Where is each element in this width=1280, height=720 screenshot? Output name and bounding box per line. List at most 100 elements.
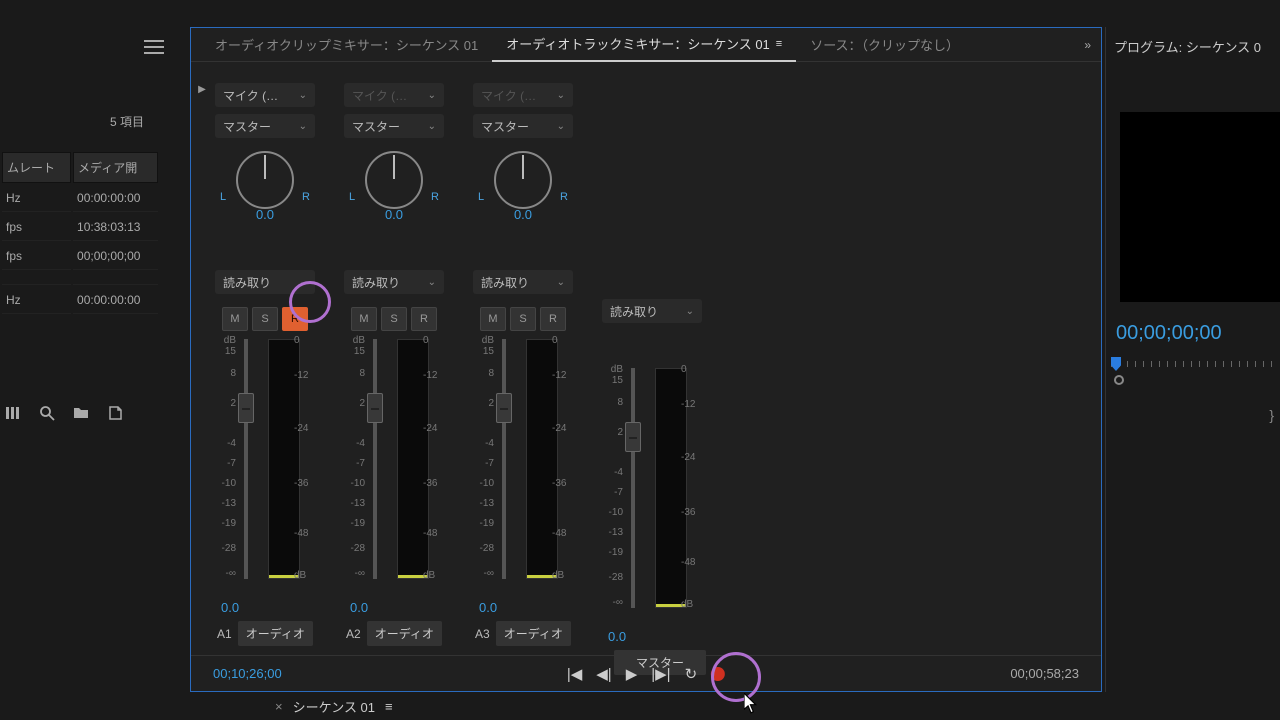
record-button[interactable] — [711, 667, 725, 681]
tab-menu-icon[interactable]: ≡ — [776, 38, 782, 50]
mouse-cursor-icon — [744, 693, 758, 711]
input-dropdown[interactable]: マイク (…⌄ — [344, 83, 444, 107]
pan-right-label: R — [302, 191, 310, 203]
pan-value[interactable]: 0.0 — [256, 207, 274, 222]
pan-knob[interactable] — [236, 151, 294, 209]
fader-value[interactable]: 0.0 — [479, 600, 497, 615]
search-icon[interactable] — [39, 405, 55, 426]
step-back-button[interactable]: ◀| — [596, 665, 611, 683]
record-icon — [711, 667, 725, 681]
table-row: fps10:38:03:13 — [2, 214, 158, 241]
fader-meter: dB1582-4-7-10-13-19-28-∞ 0-12-24-36-48dB — [468, 339, 578, 594]
track-name[interactable]: オーディオ — [238, 621, 313, 646]
fader-track[interactable] — [502, 339, 506, 579]
track-name[interactable]: オーディオ — [367, 621, 442, 646]
marker-icon[interactable] — [1114, 375, 1124, 385]
fader-value[interactable]: 0.0 — [221, 600, 239, 615]
pan-knob[interactable] — [365, 151, 423, 209]
chevron-down-icon: ⌄ — [557, 121, 565, 132]
play-button[interactable]: ▶ — [626, 665, 638, 683]
solo-button[interactable]: S — [381, 307, 407, 331]
tab-label: オーディオトラックミキサー：シーケンス 01 — [506, 34, 770, 53]
automation-mode-dropdown[interactable]: 読み取り⌄ — [344, 270, 444, 294]
chevron-down-icon: ⌄ — [299, 90, 307, 101]
fader-handle[interactable] — [238, 393, 254, 423]
solo-button[interactable]: S — [510, 307, 536, 331]
chevron-down-icon: ⌄ — [557, 90, 565, 101]
fader-meter: dB 15 8 2 -4 -7 -10 -13 -19 -28 -∞ 0 — [210, 339, 320, 594]
loop-button[interactable]: ↻ — [685, 665, 698, 683]
fader-value[interactable]: 0.0 — [350, 600, 368, 615]
input-dropdown[interactable]: マイク (…⌄ — [473, 83, 573, 107]
timeline-sequence-tab[interactable]: × シーケンス 01 ≡ — [265, 693, 403, 720]
pan-value[interactable]: 0.0 — [385, 207, 403, 222]
fader-scale: dB 15 8 2 -4 -7 -10 -13 -19 -28 -∞ — [210, 339, 238, 594]
project-table: ムレート メディア開 Hz00:00:00:00 fps10:38:03:13 … — [0, 150, 160, 316]
fader-handle[interactable] — [367, 393, 383, 423]
output-dropdown[interactable]: マスター⌄ — [215, 114, 315, 138]
timecode-duration: 00;00;58;23 — [1010, 666, 1079, 681]
video-preview[interactable] — [1120, 112, 1280, 302]
chevron-down-icon: ⌄ — [686, 306, 694, 317]
track-name[interactable]: オーディオ — [496, 621, 571, 646]
panel-menu-icon[interactable] — [144, 40, 164, 54]
fader-value[interactable]: 0.0 — [608, 629, 626, 644]
input-dropdown[interactable]: マイク (…⌄ — [215, 83, 315, 107]
fader-handle[interactable] — [496, 393, 512, 423]
fader-meter: dB1582-4-7-10-13-19-28-∞ 0-12-24-36-48dB — [339, 339, 449, 594]
new-item-icon[interactable] — [107, 405, 123, 426]
chevron-down-icon: ⌄ — [428, 121, 436, 132]
expand-icon[interactable]: } — [1269, 407, 1274, 423]
track-id: A2 — [346, 627, 361, 641]
channel-a2: マイク (…⌄ マスター⌄ LR 0.0 読み取り⌄ M S R dB1582-… — [332, 83, 456, 675]
output-dropdown[interactable]: マスター⌄ — [344, 114, 444, 138]
automation-mode-dropdown[interactable]: 読み取り⌄ — [602, 299, 702, 323]
pan-left-label: L — [220, 191, 226, 203]
fader-track[interactable] — [373, 339, 377, 579]
col-framerate[interactable]: ムレート — [2, 152, 71, 183]
step-forward-button[interactable]: |▶| — [651, 665, 670, 683]
record-arm-button[interactable]: R — [540, 307, 566, 331]
tab-menu-icon[interactable]: ≡ — [385, 699, 393, 714]
program-ruler[interactable] — [1111, 357, 1275, 381]
fader-track[interactable] — [631, 368, 635, 608]
tab-source[interactable]: ソース：（クリップなし） — [796, 28, 973, 62]
tab-audio-track-mixer[interactable]: オーディオトラックミキサー：シーケンス 01 ≡ — [492, 28, 796, 62]
panel-tabs: オーディオクリップミキサー：シーケンス 01 オーディオトラックミキサー：シーケ… — [191, 28, 1101, 62]
chevron-down-icon: ⌄ — [557, 277, 565, 288]
mute-button[interactable]: M — [222, 307, 248, 331]
record-arm-button[interactable]: R — [282, 307, 308, 331]
item-count-label: 5 項目 — [110, 113, 144, 130]
program-timecode[interactable]: 00;00;00;00 — [1116, 322, 1222, 345]
pan-knob[interactable] — [494, 151, 552, 209]
table-row — [2, 272, 158, 285]
chevron-down-icon: ⌄ — [299, 121, 307, 132]
record-arm-button[interactable]: R — [411, 307, 437, 331]
tabs-overflow-icon[interactable]: » — [1084, 38, 1091, 52]
tab-audio-clip-mixer[interactable]: オーディオクリップミキサー：シーケンス 01 — [201, 28, 492, 62]
pan-value[interactable]: 0.0 — [514, 207, 532, 222]
fader-meter: dB1582-4-7-10-13-19-28-∞ 0-12-24-36-48dB — [597, 368, 707, 623]
chevron-down-icon: ⌄ — [428, 277, 436, 288]
playhead-icon[interactable] — [1111, 357, 1121, 371]
mute-button[interactable]: M — [351, 307, 377, 331]
go-to-in-button[interactable]: |◀ — [567, 665, 582, 683]
col-media-start[interactable]: メディア開 — [73, 152, 158, 183]
table-row: Hz00:00:00:00 — [2, 287, 158, 314]
audio-track-mixer-panel: オーディオクリップミキサー：シーケンス 01 オーディオトラックミキサー：シーケ… — [190, 27, 1102, 692]
automation-mode-dropdown[interactable]: 読み取り⌄ — [473, 270, 573, 294]
fader-track[interactable] — [244, 339, 248, 579]
chevron-down-icon: ⌄ — [299, 277, 307, 288]
tab-program[interactable]: プログラム: シーケンス 0 — [1106, 27, 1280, 66]
output-dropdown[interactable]: マスター⌄ — [473, 114, 573, 138]
folder-icon[interactable] — [73, 405, 89, 426]
track-id: A1 — [217, 627, 232, 641]
fader-handle[interactable] — [625, 422, 641, 452]
close-icon[interactable]: × — [275, 699, 283, 714]
mute-button[interactable]: M — [480, 307, 506, 331]
list-view-icon[interactable] — [5, 405, 21, 426]
solo-button[interactable]: S — [252, 307, 278, 331]
automation-mode-dropdown[interactable]: 読み取り⌄ — [215, 270, 315, 294]
timecode-current[interactable]: 00;10;26;00 — [213, 666, 282, 681]
table-row: Hz00:00:00:00 — [2, 185, 158, 212]
